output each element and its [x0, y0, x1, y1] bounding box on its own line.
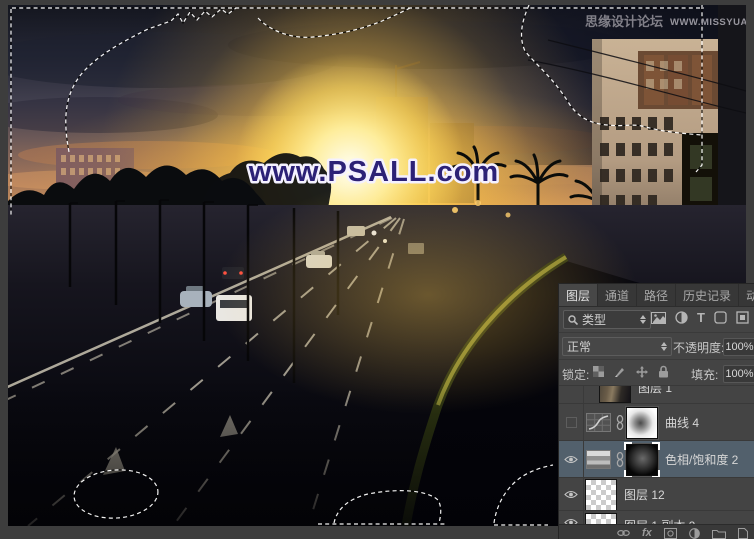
type-filter-icon[interactable]: T — [697, 312, 705, 324]
fill-label: 填充: — [691, 366, 718, 383]
dropdown-arrows-icon — [640, 315, 646, 324]
mask-link-icon[interactable] — [616, 415, 624, 430]
photoshop-workspace: { "watermarks": { "center": "www.PSALL.c… — [0, 0, 754, 539]
lock-label: 锁定: — [562, 366, 589, 383]
new-layer-icon[interactable] — [738, 528, 748, 539]
add-mask-icon[interactable] — [664, 528, 677, 539]
blend-mode-value: 正常 — [567, 338, 591, 355]
tab-paths[interactable]: 路径 — [637, 284, 676, 306]
panel-tabbar: 图层 通道 路径 历史记录 动作 — [559, 284, 754, 307]
lock-position-icon[interactable] — [636, 366, 648, 378]
eye-icon — [564, 490, 578, 499]
hidden-eye-icon — [566, 417, 577, 428]
layer-filter-row: 类型 T — [559, 307, 754, 333]
visibility-toggle[interactable] — [559, 404, 584, 441]
visibility-toggle[interactable] — [559, 386, 584, 404]
link-layers-icon[interactable] — [617, 528, 630, 538]
visibility-toggle[interactable] — [559, 441, 584, 478]
search-icon — [568, 315, 578, 325]
layer-row-hue-saturation-2[interactable]: 色相/饱和度 2 — [559, 440, 754, 478]
new-group-icon[interactable] — [712, 528, 726, 539]
layer-name: 图层 1 — [638, 385, 672, 396]
filter-kind-label: 类型 — [582, 311, 606, 328]
layer-name: 图层 12 — [624, 486, 665, 503]
shape-filter-icon[interactable] — [714, 311, 727, 324]
tab-channels[interactable]: 通道 — [598, 284, 637, 306]
layer-row-partial-top[interactable]: 图层 1 — [559, 385, 754, 404]
tab-layers[interactable]: 图层 — [559, 284, 598, 306]
opacity-value[interactable]: 100% — [723, 338, 754, 356]
lock-pixels-icon[interactable] — [614, 366, 626, 378]
layer-mask-thumbnail-selected[interactable] — [627, 445, 657, 475]
smart-object-filter-icon[interactable] — [736, 311, 749, 324]
hue-saturation-adjustment-icon[interactable] — [586, 450, 611, 469]
layer-mask-thumbnail[interactable] — [627, 408, 657, 438]
visibility-toggle[interactable] — [559, 478, 584, 511]
layer-thumbnail[interactable] — [586, 480, 616, 510]
corner-watermark-site: 思缘设计论坛 — [585, 14, 663, 29]
layers-panel: 图层 通道 路径 历史记录 动作 类型 T — [558, 283, 754, 539]
filter-kind-dropdown[interactable]: 类型 — [563, 310, 651, 329]
layer-row-layer-12[interactable]: 图层 12 — [559, 477, 754, 511]
layer-thumbnail[interactable] — [600, 385, 630, 402]
new-adjustment-layer-icon[interactable] — [689, 528, 700, 539]
blend-mode-dropdown[interactable]: 正常 — [562, 337, 672, 356]
adjustment-filter-icon[interactable] — [675, 311, 688, 324]
dropdown-arrows-icon — [661, 342, 667, 351]
layer-name: 色相/饱和度 2 — [665, 451, 738, 468]
opacity-label: 不透明度: — [673, 339, 724, 356]
tab-history[interactable]: 历史记录 — [676, 284, 739, 306]
layer-style-icon[interactable]: fx — [642, 528, 652, 538]
lock-all-icon[interactable] — [658, 365, 669, 378]
fill-value[interactable]: 100% — [723, 365, 754, 383]
lock-transparency-icon[interactable] — [593, 366, 604, 377]
pixel-filter-icon[interactable] — [651, 312, 666, 324]
mask-link-icon[interactable] — [616, 452, 624, 467]
corner-watermark-url: WWW.MISSYUAN.COM — [670, 17, 746, 28]
curves-adjustment-icon[interactable] — [586, 413, 611, 432]
panel-bottom-bar: fx — [559, 524, 754, 539]
layer-name: 曲线 4 — [665, 414, 699, 431]
eye-icon — [564, 455, 578, 464]
center-watermark: www.PSALL.com — [248, 156, 499, 188]
layer-row-curves-4[interactable]: 曲线 4 — [559, 403, 754, 441]
tab-actions[interactable]: 动作 — [739, 284, 754, 306]
